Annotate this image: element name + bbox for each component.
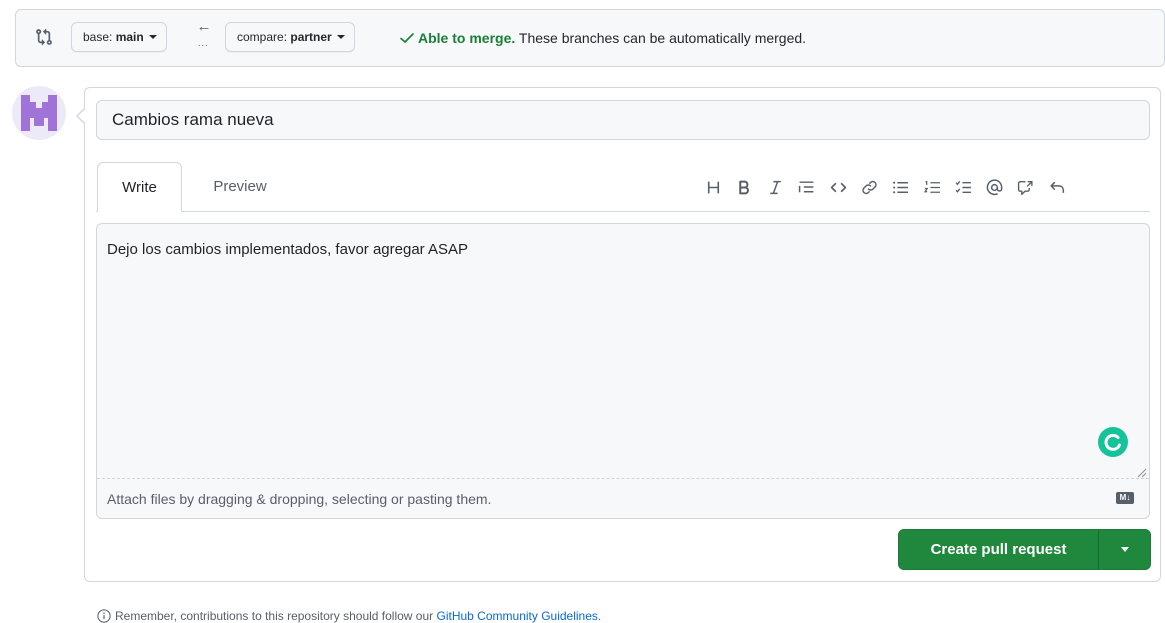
- merge-ok-label: Able to merge.: [418, 30, 516, 46]
- contribution-note-suffix: .: [597, 609, 602, 623]
- task-list-icon[interactable]: [950, 174, 976, 200]
- grammarly-arc-icon: [1104, 433, 1121, 451]
- contribution-note-text: Remember, contributions to this reposito…: [115, 609, 437, 623]
- heading-icon[interactable]: [700, 174, 726, 200]
- tab-preview[interactable]: Preview: [190, 162, 290, 212]
- create-pull-request-button[interactable]: Create pull request: [899, 530, 1099, 569]
- markdown-icon[interactable]: M↓: [1116, 492, 1134, 504]
- compare-bar: base: main ← ... compare: partner Able t…: [15, 9, 1165, 67]
- caret-down-icon: [336, 35, 345, 39]
- git-compare-icon: [36, 28, 52, 46]
- reply-icon[interactable]: [1044, 174, 1070, 200]
- caret-down-icon: [1120, 547, 1129, 552]
- compare-branch-select[interactable]: compare: partner: [225, 22, 355, 52]
- link-icon[interactable]: [856, 174, 882, 200]
- tab-write[interactable]: Write: [97, 162, 182, 212]
- base-prefix: base:: [83, 30, 113, 44]
- identicon-icon: [21, 95, 57, 131]
- unordered-list-icon[interactable]: [888, 174, 914, 200]
- merge-message: These branches can be automatically merg…: [518, 30, 807, 46]
- quote-icon[interactable]: [794, 174, 820, 200]
- body-text[interactable]: Dejo los cambios implementados, favor ag…: [107, 241, 1107, 258]
- merge-status: Able to merge. These branches can be aut…: [399, 30, 806, 46]
- info-icon: [97, 609, 111, 623]
- attach-files-hint[interactable]: Attach files by dragging & dropping, sel…: [107, 491, 491, 507]
- body-textarea[interactable]: [96, 223, 1150, 519]
- caret-down-icon: [148, 35, 157, 39]
- arrow-left-icon: ←: [196, 18, 212, 35]
- code-icon[interactable]: [825, 174, 851, 200]
- avatar[interactable]: [12, 86, 66, 140]
- base-branch-select[interactable]: base: main: [71, 22, 167, 52]
- compare-branch-name: partner: [290, 30, 332, 44]
- markdown-toolbar: [700, 174, 1076, 200]
- grammarly-icon[interactable]: [1098, 427, 1128, 457]
- mention-icon[interactable]: [982, 174, 1008, 200]
- italic-icon[interactable]: [763, 174, 789, 200]
- contribution-note: Remember, contributions to this reposito…: [97, 609, 601, 623]
- compare-prefix: compare:: [237, 30, 288, 44]
- create-options-dropdown[interactable]: [1099, 530, 1150, 569]
- bold-icon[interactable]: [731, 174, 757, 200]
- ellipsis-icon: ...: [198, 38, 209, 48]
- attach-divider: [97, 478, 1149, 479]
- resize-grip-icon[interactable]: [1135, 466, 1147, 478]
- check-icon: [400, 33, 414, 43]
- title-input[interactable]: [96, 100, 1150, 140]
- community-guidelines-link[interactable]: GitHub Community Guidelines: [437, 609, 598, 623]
- ordered-list-icon[interactable]: [919, 174, 945, 200]
- create-pull-request-button-group: Create pull request: [898, 529, 1151, 570]
- cross-reference-icon[interactable]: [1013, 174, 1039, 200]
- speech-pointer-fill: [78, 109, 85, 123]
- base-branch-name: main: [115, 30, 144, 44]
